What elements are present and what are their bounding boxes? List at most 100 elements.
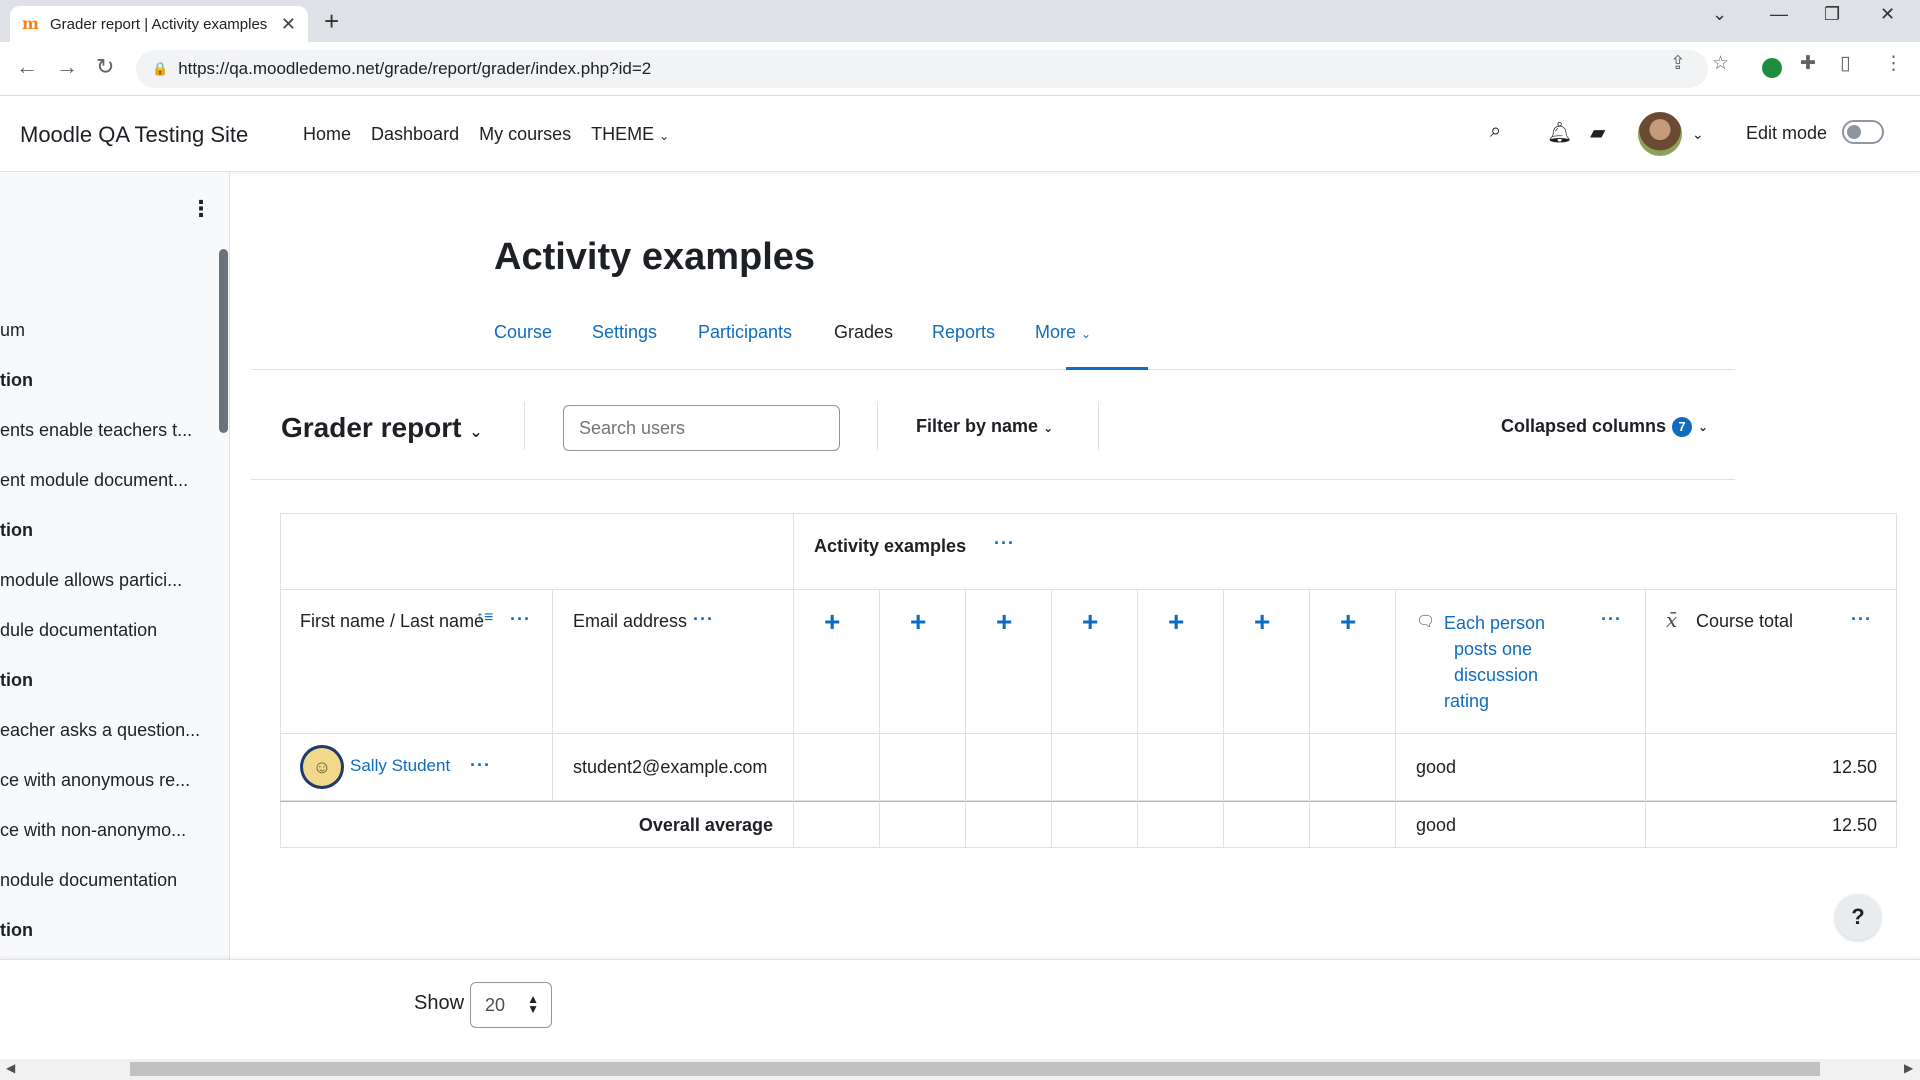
tab-settings[interactable]: Settings (592, 322, 657, 343)
student-avatar[interactable]: ☺ (300, 745, 344, 789)
grade-cell (1138, 734, 1224, 801)
expand-column-icon[interactable]: + (1340, 606, 1356, 638)
help-button[interactable]: ? (1835, 894, 1881, 940)
side-panel-icon[interactable]: ▯ (1840, 52, 1850, 75)
name-column-actions-icon[interactable]: ··· (510, 609, 531, 630)
close-tab-icon[interactable]: ✕ (281, 14, 296, 35)
tab-more[interactable]: More ⌄ (1035, 322, 1091, 343)
collapsed-columns-button[interactable]: Collapsed columns 7 ⌄ (1501, 416, 1708, 437)
nav-theme[interactable]: THEME ⌄ (591, 124, 669, 145)
chevron-down-icon: ⌄ (659, 129, 670, 143)
search-icon[interactable]: ⌕ (1490, 120, 1501, 143)
expand-column-icon[interactable]: + (1168, 606, 1184, 638)
expand-column-icon[interactable]: + (996, 606, 1012, 638)
lock-icon[interactable]: 🔒 (152, 61, 168, 77)
expand-column-icon[interactable]: + (910, 606, 926, 638)
grader-table: Activity examples ··· First name / Last … (280, 513, 1897, 848)
browser-menu-icon[interactable]: ⋮ (1884, 52, 1903, 75)
sort-ascending-icon[interactable]: ↑≡ (476, 609, 493, 627)
expand-column-icon[interactable]: + (1082, 606, 1098, 638)
grade-cell (1052, 734, 1138, 801)
browser-tab[interactable]: m Grader report | Activity examples ✕ (10, 6, 308, 42)
user-menu-chevron-icon[interactable]: ⌄ (1692, 126, 1704, 143)
new-tab-icon[interactable]: + (324, 6, 339, 37)
report-selector[interactable]: Grader report ⌄ (281, 412, 483, 444)
browser-tab-title: Grader report | Activity examples (50, 15, 268, 33)
collapsed-column-header: + (1310, 590, 1396, 734)
minimize-icon[interactable]: — (1770, 4, 1788, 25)
select-arrows-icon: ▲ ▼ (527, 992, 539, 1016)
edit-mode-toggle[interactable] (1842, 120, 1884, 144)
report-toolbar: Grader report ⌄ Filter by name ⌄ Collaps… (251, 370, 1735, 480)
show-label: Show (414, 992, 465, 1014)
site-name[interactable]: Moodle QA Testing Site (20, 122, 248, 148)
forward-icon[interactable]: → (56, 54, 78, 80)
reload-icon[interactable]: ↻ (96, 54, 114, 80)
address-bar[interactable]: 🔒 https://qa.moodledemo.net/grade/report… (136, 50, 1708, 88)
nav-my-courses[interactable]: My courses (479, 124, 571, 145)
restore-icon[interactable]: ❐ (1824, 4, 1840, 25)
forum-item-actions-icon[interactable]: ··· (1601, 609, 1622, 630)
drawer-item[interactable]: ents enable teachers t... (0, 420, 192, 441)
back-icon[interactable]: ← (16, 54, 38, 80)
scrollbar-thumb[interactable] (130, 1062, 1820, 1076)
drawer-options-icon[interactable]: ⋮ (190, 196, 212, 222)
average-cell (1224, 801, 1310, 848)
search-users-input[interactable] (563, 405, 840, 451)
expand-column-icon[interactable]: + (824, 606, 840, 638)
forum-grade-cell: good (1396, 734, 1646, 801)
email-column-label: Email address (573, 611, 688, 631)
horizontal-scrollbar[interactable]: ◀ ▶ (0, 1059, 1920, 1080)
messages-icon[interactable]: ▰ (1590, 120, 1605, 145)
bookmark-star-icon[interactable]: ☆ (1712, 52, 1729, 75)
course-total-actions-icon[interactable]: ··· (1851, 609, 1872, 630)
empty-header-cell (280, 513, 794, 590)
collapsed-column-header: + (880, 590, 966, 734)
extension-shield-icon[interactable] (1762, 58, 1782, 78)
drawer-section[interactable]: tion (0, 370, 33, 391)
drawer-section[interactable]: tion (0, 920, 33, 941)
edit-mode-label: Edit mode (1746, 123, 1828, 143)
url-text: https://qa.moodledemo.net/grade/report/g… (178, 59, 652, 78)
category-actions-icon[interactable]: ··· (994, 533, 1015, 554)
grade-cell (966, 734, 1052, 801)
per-page-select[interactable]: 20 ▲ ▼ (470, 982, 552, 1028)
window-close-icon[interactable]: ✕ (1880, 4, 1895, 25)
drawer-item[interactable]: ce with anonymous re... (0, 770, 190, 791)
scroll-left-icon[interactable]: ◀ (6, 1061, 15, 1075)
notifications-bell-icon[interactable]: 🔔︎ (1547, 120, 1572, 145)
forum-item-link[interactable]: Each person posts one discussion rating (1444, 610, 1564, 714)
drawer-item[interactable]: dule documentation (0, 620, 157, 641)
share-icon[interactable]: ⇪ (1670, 52, 1686, 75)
drawer-scrollbar[interactable] (219, 249, 228, 433)
user-avatar[interactable] (1638, 112, 1682, 156)
drawer-item[interactable]: ent module document... (0, 470, 188, 491)
drawer-item[interactable]: eacher asks a question... (0, 720, 200, 741)
nav-home[interactable]: Home (303, 124, 351, 145)
scroll-right-icon[interactable]: ▶ (1904, 1061, 1913, 1075)
forum-icon: 🗨︎ (1416, 613, 1436, 630)
student-name-link[interactable]: Sally Student (350, 756, 450, 776)
email-column-actions-icon[interactable]: ··· (693, 609, 714, 630)
nav-dashboard[interactable]: Dashboard (371, 124, 459, 145)
filter-by-name-button[interactable]: Filter by name ⌄ (916, 416, 1053, 437)
total-average-cell: 12.50 (1646, 801, 1897, 848)
drawer-item[interactable]: ce with non-anonymo... (0, 820, 186, 841)
moodle-favicon-icon: m (22, 14, 39, 33)
drawer-item[interactable]: module allows partici... (0, 570, 182, 591)
student-actions-icon[interactable]: ··· (470, 755, 491, 776)
tab-course[interactable]: Course (494, 322, 552, 343)
drawer-item[interactable]: nodule documentation (0, 870, 177, 891)
extensions-puzzle-icon[interactable]: ✚ (1800, 52, 1816, 75)
tab-participants[interactable]: Participants (698, 322, 792, 343)
drawer-item[interactable]: um (0, 320, 25, 341)
drawer-section[interactable]: tion (0, 520, 33, 541)
grade-cell (1310, 734, 1396, 801)
toolbar-divider (1098, 402, 1099, 450)
tab-reports[interactable]: Reports (932, 322, 995, 343)
tab-grades[interactable]: Grades (834, 322, 893, 343)
tab-search-icon[interactable]: ⌄ (1712, 4, 1727, 25)
expand-column-icon[interactable]: + (1254, 606, 1270, 638)
drawer-section[interactable]: tion (0, 670, 33, 691)
name-column-label[interactable]: First name / Last name (300, 611, 484, 632)
